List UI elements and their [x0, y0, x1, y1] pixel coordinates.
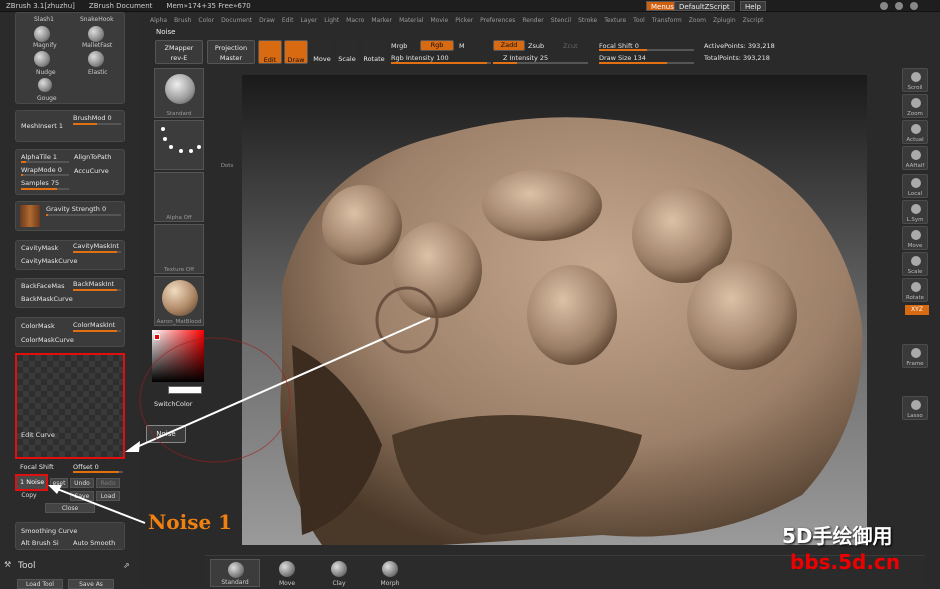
rail-zoom-icon: [911, 98, 921, 108]
annotation-label: Noise 1: [148, 510, 233, 534]
rail-frame-icon: [911, 348, 921, 358]
rail-scale-icon: [911, 256, 921, 266]
watermark-url: bbs.5d.cn: [790, 550, 901, 574]
shelf-clay-brush[interactable]: Clay: [314, 559, 364, 587]
rail-label: Scale: [907, 269, 923, 275]
rail-lsym-button[interactable]: L.Sym: [902, 200, 928, 224]
right-rail: Scroll Zoom Actual AAHalf Local L.Sym Move Scal…: [902, 66, 930, 426]
shelf-label: Standard: [221, 579, 249, 586]
brush-cursor-ring: [139, 337, 291, 463]
rail-actual-icon: [911, 124, 921, 134]
rail-scroll-button[interactable]: Scroll: [902, 68, 928, 92]
arrow-to-curve: [129, 317, 431, 451]
rail-label: Rotate: [905, 295, 924, 301]
rail-label: L.Sym: [906, 217, 924, 223]
shelf-label: Clay: [332, 580, 346, 587]
shelf-clay-icon: [331, 561, 347, 577]
watermark-text: 5D手绘御用: [782, 524, 893, 548]
rail-label: Scroll: [907, 85, 923, 91]
shelf-standard-icon: [228, 562, 244, 578]
rail-label: Frame: [906, 361, 924, 367]
rail-move-button[interactable]: Move: [902, 226, 928, 250]
rail-scroll-icon: [911, 72, 921, 82]
shelf-morph-icon: [382, 561, 398, 577]
shelf-standard-brush[interactable]: Standard: [210, 559, 260, 587]
rail-actual-button[interactable]: Actual: [902, 120, 928, 144]
annotation-arrows: [48, 317, 431, 524]
rail-label: Zoom: [907, 111, 923, 117]
rail-label: Move: [907, 243, 923, 249]
arrow-head-curve: [125, 441, 140, 452]
rail-scale-button[interactable]: Scale: [902, 252, 928, 276]
rail-move-icon: [911, 230, 921, 240]
rail-label: Lasso: [907, 413, 923, 419]
shelf-move-brush[interactable]: Move: [262, 559, 312, 587]
rail-label: Actual: [906, 137, 924, 143]
rail-frame-button[interactable]: Frame: [902, 344, 928, 368]
rail-lasso-button[interactable]: Lasso: [902, 396, 928, 420]
rail-local-icon: [911, 178, 921, 188]
shelf-move-icon: [279, 561, 295, 577]
shelf-morph-brush[interactable]: Morph: [365, 559, 415, 587]
arrow-to-noise: [51, 486, 146, 524]
rail-lsym-icon: [911, 204, 921, 214]
rail-aahalf-button[interactable]: AAHalf: [902, 146, 928, 170]
rail-rotate-icon: [911, 282, 921, 292]
rail-lasso-icon: [911, 400, 921, 410]
rail-aahalf-icon: [911, 150, 921, 160]
rail-zoom-button[interactable]: Zoom: [902, 94, 928, 118]
rail-local-button[interactable]: Local: [902, 174, 928, 198]
shelf-label: Morph: [380, 580, 400, 587]
shelf-label: Move: [278, 580, 296, 587]
xyz-button[interactable]: XYZ: [905, 305, 929, 315]
rail-label: AAHalf: [905, 163, 925, 169]
rail-label: Local: [907, 191, 923, 197]
rail-rotate-button[interactable]: Rotate: [902, 278, 928, 302]
